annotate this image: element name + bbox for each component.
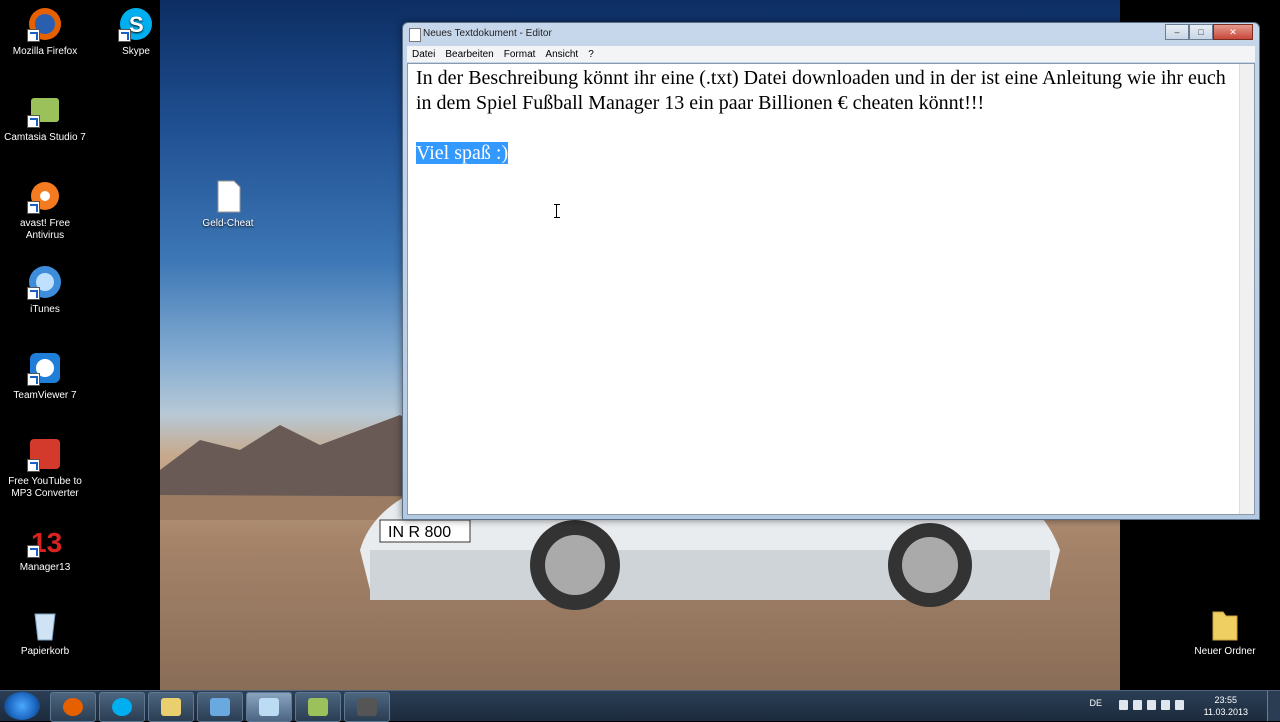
window-controls: – □ ✕ xyxy=(1165,24,1253,40)
manager13-icon: 13 xyxy=(27,522,63,558)
svg-text:S: S xyxy=(129,12,144,37)
system-tray: DE 23:55 11.03.2013 xyxy=(1080,691,1280,721)
start-button[interactable] xyxy=(4,692,40,720)
menu-item-bearbeiten[interactable]: Bearbeiten xyxy=(440,49,498,60)
camtasia-icon xyxy=(308,698,328,716)
text-file-icon xyxy=(210,178,246,214)
menu-item-ansicht[interactable]: Ansicht xyxy=(540,49,583,60)
vertical-scrollbar[interactable] xyxy=(1239,64,1254,514)
desktop-icon-label: Free YouTube to MP3 Converter xyxy=(8,476,82,499)
folder-icon xyxy=(1207,606,1243,642)
selected-text: Viel spaß :) xyxy=(416,142,509,164)
menu-item-datei[interactable]: Datei xyxy=(407,49,440,60)
itunes-icon xyxy=(27,264,63,300)
notepad-icon xyxy=(259,698,279,716)
desktop-icon-firefox[interactable]: Mozilla Firefox xyxy=(0,6,90,58)
firefox-icon xyxy=(27,6,63,42)
menu-item-format[interactable]: Format xyxy=(499,49,541,60)
desktop-icon-label: Papierkorb xyxy=(20,646,70,657)
desktop-icon-label: avast! Free Antivirus xyxy=(19,218,71,241)
license-plate: IN R 800 xyxy=(388,524,451,541)
desktop-icon-label: Mozilla Firefox xyxy=(12,46,78,57)
taskbar-explorer[interactable] xyxy=(148,692,194,722)
language-indicator[interactable]: DE xyxy=(1089,698,1102,708)
taskbar-skype[interactable] xyxy=(99,692,145,722)
recycle-bin-icon xyxy=(27,606,63,642)
explorer-icon xyxy=(161,698,181,716)
desktop-icon-new-folder[interactable]: Neuer Ordner xyxy=(1180,606,1270,658)
clock[interactable]: 23:55 11.03.2013 xyxy=(1204,694,1248,718)
camtasia-icon xyxy=(27,92,63,128)
date: 11.03.2013 xyxy=(1203,707,1248,717)
taskbar: DE 23:55 11.03.2013 xyxy=(0,690,1280,722)
desktop-icon-camtasia[interactable]: Camtasia Studio 7 xyxy=(0,92,90,144)
youtube-mp3-icon xyxy=(27,436,63,472)
time: 23:55 xyxy=(1214,695,1238,705)
taskbar-firefox[interactable] xyxy=(50,692,96,722)
action-center-icon[interactable] xyxy=(1133,700,1142,710)
recorder-icon xyxy=(357,698,377,716)
app-tray-icon[interactable] xyxy=(1147,700,1156,710)
menu-bar: Datei Bearbeiten Format Ansicht ? xyxy=(407,46,1255,62)
menu-item-help[interactable]: ? xyxy=(583,49,599,60)
desktop-icon-label: Neuer Ordner xyxy=(1194,646,1256,657)
show-desktop-button[interactable] xyxy=(1267,691,1280,721)
firefox-icon xyxy=(63,698,83,716)
desktop-icon-label: TeamViewer 7 xyxy=(13,390,77,401)
desktop-icon-label: Manager13 xyxy=(19,562,71,573)
desktop-icon-label: Geld-Cheat xyxy=(202,218,254,229)
taskbar-camtasia[interactable] xyxy=(295,692,341,722)
taskbar-notepad[interactable] xyxy=(246,692,292,722)
text-cursor-icon xyxy=(554,204,563,218)
media-icon xyxy=(210,698,230,716)
avast-icon xyxy=(27,178,63,214)
desktop-icon-itunes[interactable]: iTunes xyxy=(0,264,90,316)
desktop-icon-youtube-mp3[interactable]: Free YouTube to MP3 Converter xyxy=(0,436,90,500)
minimize-button[interactable]: – xyxy=(1165,24,1189,40)
desktop-icon-teamviewer[interactable]: TeamViewer 7 xyxy=(0,350,90,402)
desktop-icon-manager13[interactable]: 13 Manager13 xyxy=(0,522,90,574)
teamviewer-icon xyxy=(27,350,63,386)
skype-icon: S xyxy=(118,6,154,42)
volume-icon[interactable] xyxy=(1175,700,1184,710)
notepad-icon xyxy=(409,28,421,42)
window-title: Neues Textdokument - Editor xyxy=(423,28,552,39)
desktop-icon-avast[interactable]: avast! Free Antivirus xyxy=(0,178,90,242)
text-line: In der Beschreibung könnt ihr eine (.txt… xyxy=(416,67,1226,114)
desktop-icon-label: iTunes xyxy=(30,304,60,315)
tray-arrow-icon[interactable] xyxy=(1119,700,1128,710)
desktop-icon-geld-cheat[interactable]: Geld-Cheat xyxy=(183,178,273,230)
taskbar-recorder[interactable] xyxy=(344,692,390,722)
close-button[interactable]: ✕ xyxy=(1213,24,1253,40)
network-icon[interactable] xyxy=(1161,700,1170,710)
maximize-button[interactable]: □ xyxy=(1189,24,1213,40)
desktop-icon-recycle-bin[interactable]: Papierkorb xyxy=(0,606,90,658)
text-editor-area[interactable]: In der Beschreibung könnt ihr eine (.txt… xyxy=(407,63,1255,515)
desktop-icon-skype[interactable]: S Skype xyxy=(91,6,181,58)
desktop-icon-label: Camtasia Studio 7 xyxy=(4,132,86,143)
desktop-icon-label: Skype xyxy=(122,46,150,57)
skype-icon xyxy=(112,698,132,716)
taskbar-media[interactable] xyxy=(197,692,243,722)
notepad-window[interactable]: Neues Textdokument - Editor – □ ✕ Datei … xyxy=(402,22,1260,520)
